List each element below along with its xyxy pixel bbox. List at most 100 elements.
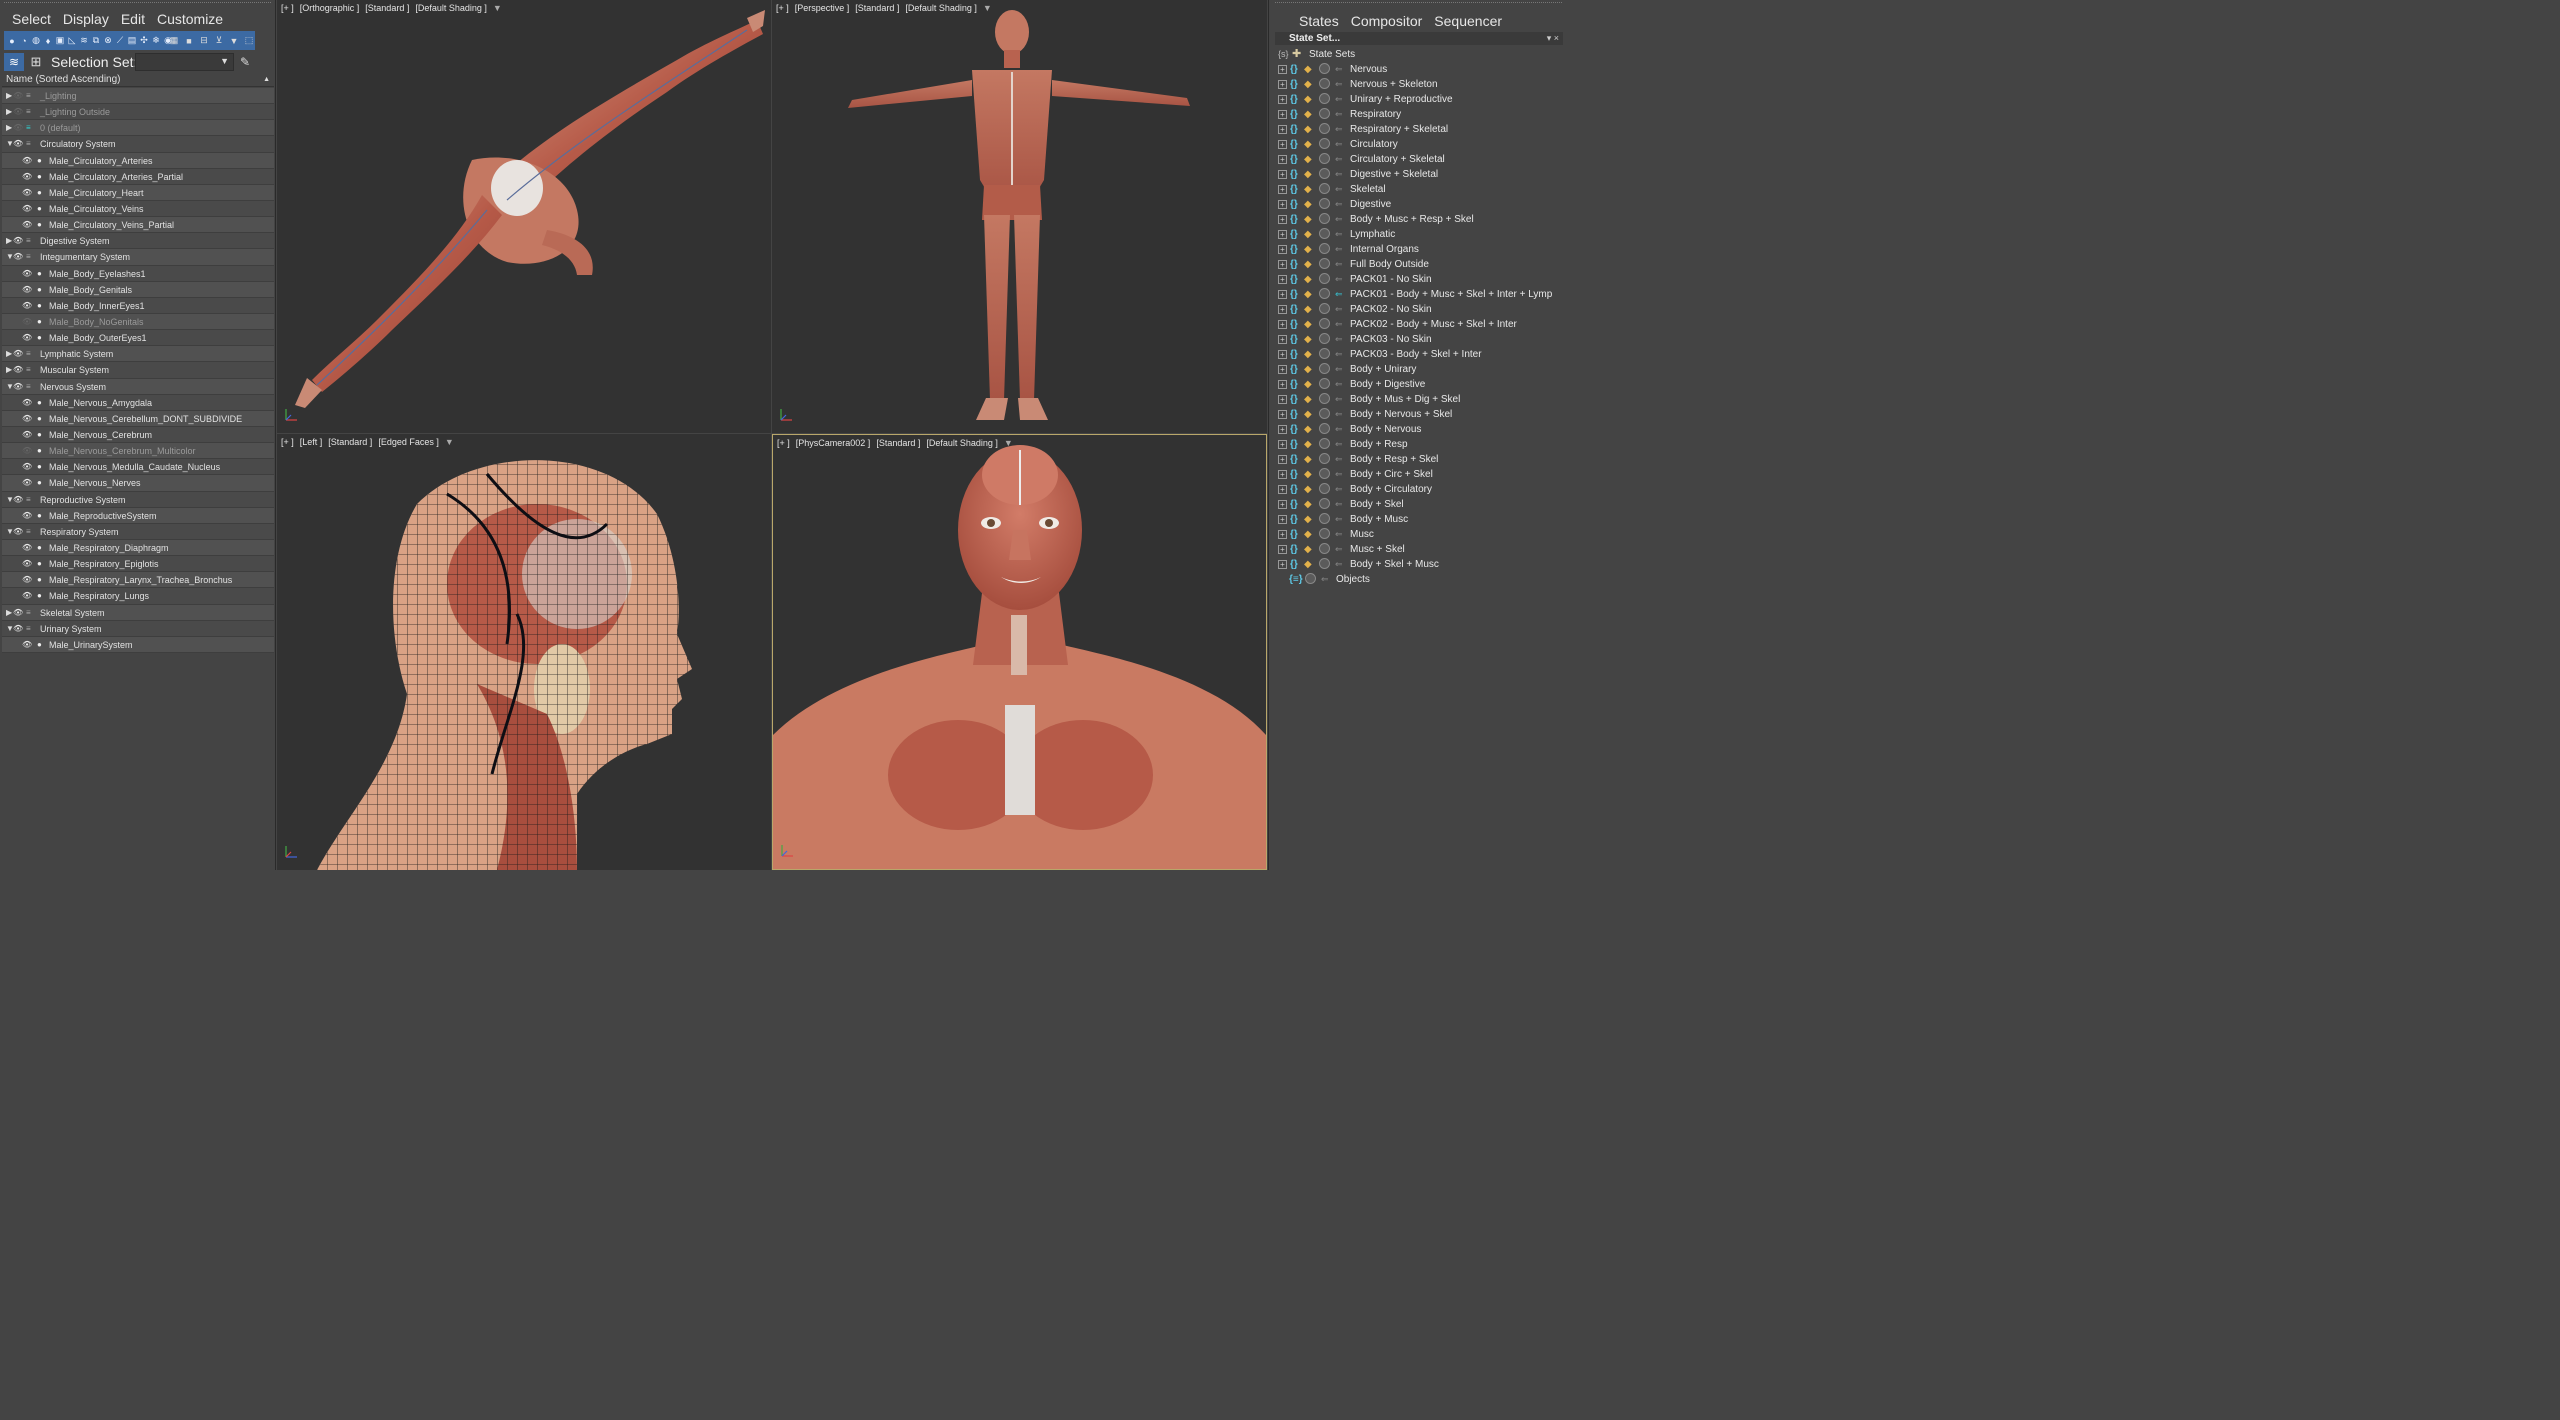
- visibility-eye-icon[interactable]: 👁: [13, 605, 23, 621]
- camera-state-icon[interactable]: ◆: [1304, 437, 1312, 452]
- name-column-header[interactable]: Name (Sorted Ascending) ▲: [2, 73, 274, 87]
- record-state-icon[interactable]: [1319, 333, 1330, 344]
- viewport-orthographic[interactable]: [+ ] [Orthographic ] [Standard ] [Defaul…: [277, 0, 771, 433]
- activate-arrow-icon[interactable]: ⇐: [1335, 212, 1343, 227]
- activate-arrow-icon[interactable]: ⇐: [1335, 317, 1343, 332]
- record-state-icon[interactable]: [1319, 528, 1330, 539]
- expand-plus-icon[interactable]: +: [1278, 125, 1287, 134]
- expand-plus-icon[interactable]: +: [1278, 365, 1287, 374]
- activate-arrow-icon[interactable]: ⇐: [1335, 527, 1343, 542]
- object-row[interactable]: 👁 ● Male_Circulatory_Arteries: [2, 152, 274, 169]
- activate-arrow-icon[interactable]: ⇐: [1335, 407, 1343, 422]
- activate-arrow-icon[interactable]: ⇐: [1335, 77, 1343, 92]
- object-row[interactable]: 👁 ● Male_Respiratory_Diaphragm: [2, 539, 274, 557]
- display-particles-icon[interactable]: ✣: [139, 35, 149, 47]
- display-groups-icon[interactable]: ⧉: [91, 35, 101, 47]
- activate-arrow-icon[interactable]: ⇐: [1335, 542, 1343, 557]
- activate-arrow-icon[interactable]: ⇐: [1335, 482, 1343, 497]
- menu-edit[interactable]: Edit: [115, 9, 151, 29]
- record-state-icon[interactable]: [1319, 78, 1330, 89]
- camera-state-icon[interactable]: ◆: [1304, 377, 1312, 392]
- camera-state-icon[interactable]: ◆: [1304, 257, 1312, 272]
- object-row[interactable]: 👁 ● Male_Circulatory_Arteries_Partial: [2, 168, 274, 185]
- activate-arrow-icon[interactable]: ⇐: [1335, 512, 1343, 527]
- display-helpers-icon[interactable]: ◺: [67, 35, 77, 47]
- activate-arrow-icon[interactable]: ⇐: [1321, 572, 1329, 587]
- activate-arrow-icon[interactable]: ⇐: [1335, 182, 1343, 197]
- layer-row[interactable]: ▼ 👁 ≡ Respiratory System: [2, 523, 274, 540]
- viewport-plus-menu[interactable]: [+ ]: [281, 437, 294, 447]
- activate-arrow-icon[interactable]: ⇐: [1335, 362, 1343, 377]
- camera-state-icon[interactable]: ◆: [1304, 527, 1312, 542]
- record-state-icon[interactable]: [1319, 198, 1330, 209]
- camera-state-icon[interactable]: ◆: [1304, 152, 1312, 167]
- state-set-item[interactable]: +{} ◆ ⇐ Body + Skel: [1275, 497, 1569, 512]
- state-set-item[interactable]: +{} ◆ ⇐ Lymphatic: [1275, 227, 1569, 242]
- object-row[interactable]: 👁 ● Male_Body_Eyelashes1: [2, 265, 274, 282]
- visibility-eye-icon[interactable]: 👁: [13, 233, 23, 249]
- display-all-icon[interactable]: ▦: [168, 35, 180, 47]
- state-set-item[interactable]: +{} ◆ ⇐ Circulatory + Skeletal: [1275, 152, 1569, 167]
- record-state-icon[interactable]: [1319, 288, 1330, 299]
- visibility-eye-icon[interactable]: 👁: [22, 475, 32, 491]
- state-set-column-header[interactable]: State Set... ▾ ×: [1275, 32, 1563, 45]
- viewport-perspective[interactable]: [+ ] [Perspective ] [Standard ] [Default…: [772, 0, 1267, 433]
- state-set-item[interactable]: +{} ◆ ⇐ Body + Circulatory: [1275, 482, 1569, 497]
- camera-state-icon[interactable]: ◆: [1304, 92, 1312, 107]
- visibility-eye-icon[interactable]: 👁: [13, 492, 23, 508]
- layer-row[interactable]: ▼ 👁 ≡ Reproductive System: [2, 491, 274, 508]
- object-row[interactable]: 👁 ● Male_ReproductiveSystem: [2, 507, 274, 524]
- expand-plus-icon[interactable]: +: [1278, 530, 1287, 539]
- object-row[interactable]: 👁 ● Male_Circulatory_Heart: [2, 184, 274, 201]
- visibility-eye-icon[interactable]: 👁: [13, 621, 23, 637]
- expand-plus-icon[interactable]: +: [1278, 395, 1287, 404]
- visibility-eye-icon[interactable]: 👁: [13, 120, 23, 136]
- camera-state-icon[interactable]: ◆: [1304, 302, 1312, 317]
- layer-row[interactable]: ▶ 👁 ≡ Lymphatic System: [2, 346, 274, 363]
- viewport-filter-icon[interactable]: ▼: [983, 3, 992, 13]
- state-set-item[interactable]: +{} ◆ ⇐ Body + Nervous: [1275, 422, 1569, 437]
- object-row[interactable]: 👁 ● Male_Respiratory_Epiglotis: [2, 556, 274, 573]
- activate-arrow-icon[interactable]: ⇐: [1335, 332, 1343, 347]
- camera-state-icon[interactable]: ◆: [1304, 272, 1312, 287]
- object-row[interactable]: 👁 ● Male_Body_InnerEyes1: [2, 297, 274, 314]
- record-state-icon[interactable]: [1319, 408, 1330, 419]
- selection-set-dropdown[interactable]: ▼: [135, 53, 234, 71]
- record-state-icon[interactable]: [1319, 273, 1330, 284]
- visibility-eye-icon[interactable]: 👁: [22, 427, 32, 443]
- filter-icon[interactable]: ▼: [228, 35, 240, 47]
- state-set-item[interactable]: +{} ◆ ⇐ PACK03 - Body + Skel + Inter: [1275, 347, 1569, 362]
- viewport-view-menu[interactable]: [Perspective ]: [795, 3, 850, 13]
- state-set-item[interactable]: +{} ◆ ⇐ PACK02 - No Skin: [1275, 302, 1569, 317]
- camera-state-icon[interactable]: ◆: [1304, 482, 1312, 497]
- camera-state-icon[interactable]: ◆: [1304, 392, 1312, 407]
- camera-state-icon[interactable]: ◆: [1304, 62, 1312, 77]
- display-shapes-icon[interactable]: ◍: [31, 35, 41, 47]
- activate-arrow-icon[interactable]: ⇐: [1335, 242, 1343, 257]
- record-state-icon[interactable]: [1319, 258, 1330, 269]
- state-set-item[interactable]: +{} ◆ ⇐ Body + Nervous + Skel: [1275, 407, 1569, 422]
- viewport-shading-menu[interactable]: [Edged Faces ]: [378, 437, 439, 447]
- expand-plus-icon[interactable]: +: [1278, 500, 1287, 509]
- record-state-icon[interactable]: [1319, 558, 1330, 569]
- state-set-item[interactable]: +{} ◆ ⇐ PACK02 - Body + Musc + Skel + Inter: [1275, 317, 1569, 332]
- record-state-icon[interactable]: [1319, 183, 1330, 194]
- camera-state-icon[interactable]: ◆: [1304, 77, 1312, 92]
- state-set-item[interactable]: +{} ◆ ⇐ Musc + Skel: [1275, 542, 1569, 557]
- display-bones-icon[interactable]: ⟋: [115, 35, 125, 47]
- record-state-icon[interactable]: [1319, 153, 1330, 164]
- expand-plus-icon[interactable]: +: [1278, 335, 1287, 344]
- camera-state-icon[interactable]: ◆: [1304, 287, 1312, 302]
- expand-plus-icon[interactable]: +: [1278, 80, 1287, 89]
- viewport-plus-menu[interactable]: [+ ]: [776, 3, 789, 13]
- camera-state-icon[interactable]: ◆: [1304, 542, 1312, 557]
- expand-plus-icon[interactable]: +: [1278, 170, 1287, 179]
- activate-arrow-icon[interactable]: ⇐: [1335, 557, 1343, 572]
- viewport-physcamera[interactable]: [+ ] [PhysCamera002 ] [Standard ] [Defau…: [772, 434, 1267, 870]
- state-set-item[interactable]: +{} ◆ ⇐ Digestive: [1275, 197, 1569, 212]
- activate-arrow-icon[interactable]: ⇐: [1335, 257, 1343, 272]
- visibility-eye-icon[interactable]: 👁: [13, 346, 23, 362]
- object-row[interactable]: 👁 ● Male_Nervous_Nerves: [2, 475, 274, 492]
- visibility-eye-icon[interactable]: 👁: [22, 572, 32, 588]
- state-set-item[interactable]: +{} ◆ ⇐ Body + Mus + Dig + Skel: [1275, 392, 1569, 407]
